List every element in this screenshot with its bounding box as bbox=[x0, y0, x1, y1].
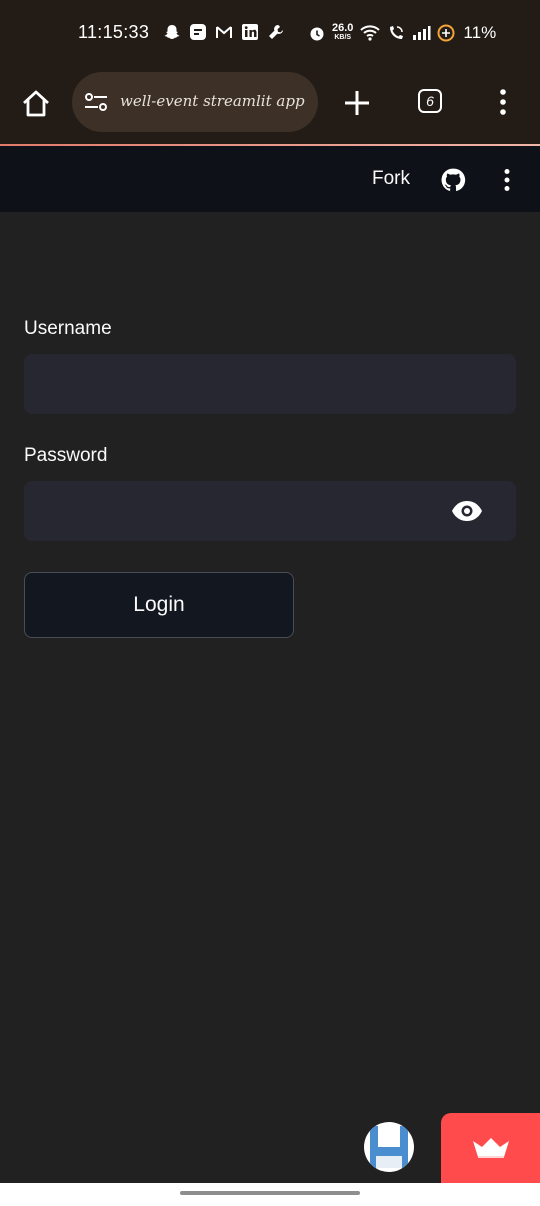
save-icon bbox=[370, 1126, 408, 1168]
messenger-icon bbox=[190, 24, 206, 40]
fork-button[interactable]: Fork bbox=[372, 168, 410, 190]
snapchat-icon bbox=[164, 25, 180, 39]
crown-icon bbox=[473, 1138, 509, 1158]
github-icon[interactable] bbox=[440, 167, 466, 193]
system-icons: 26.0 KB/S 11% bbox=[308, 23, 496, 43]
signal-icon bbox=[413, 26, 431, 40]
username-label: Username bbox=[24, 318, 112, 339]
browser-toolbar: well-event streamlit app 6 bbox=[0, 66, 540, 146]
login-button[interactable]: Login bbox=[24, 572, 294, 638]
streamlit-badge[interactable] bbox=[441, 1113, 540, 1183]
notification-icons bbox=[163, 23, 285, 41]
password-input[interactable] bbox=[24, 481, 516, 541]
linkedin-icon bbox=[242, 24, 258, 40]
net-speed: 26.0 KB/S bbox=[332, 22, 354, 42]
battery-saver-icon bbox=[437, 24, 455, 42]
home-icon[interactable] bbox=[20, 88, 52, 120]
home-gesture-handle[interactable] bbox=[180, 1191, 360, 1195]
alarm-icon bbox=[310, 27, 324, 41]
gmail-icon bbox=[216, 26, 232, 38]
wrench-icon bbox=[269, 25, 283, 39]
url-text[interactable]: well-event streamlit app bbox=[120, 92, 310, 110]
battery-level: 11% bbox=[463, 23, 497, 42]
status-bar: 11:15:33 26.0 KB/S 11% bbox=[0, 0, 540, 66]
eye-icon[interactable] bbox=[451, 500, 483, 522]
net-speed-unit: KB/S bbox=[334, 34, 352, 41]
tune-icon[interactable] bbox=[84, 92, 108, 112]
wifi-call-icon bbox=[390, 26, 404, 39]
tabs-button[interactable]: 6 bbox=[418, 89, 442, 113]
save-fab[interactable] bbox=[364, 1122, 414, 1172]
plus-icon[interactable] bbox=[342, 88, 372, 118]
clock: 11:15:33 bbox=[78, 22, 150, 42]
wifi-icon bbox=[360, 25, 381, 41]
username-input[interactable] bbox=[24, 354, 516, 414]
password-label: Password bbox=[24, 445, 108, 466]
app-header: Fork bbox=[0, 146, 540, 212]
app-menu-icon[interactable] bbox=[500, 168, 514, 192]
net-speed-value: 26.0 bbox=[332, 22, 354, 34]
more-vert-icon[interactable] bbox=[496, 87, 510, 117]
address-bar[interactable]: well-event streamlit app bbox=[72, 72, 318, 132]
